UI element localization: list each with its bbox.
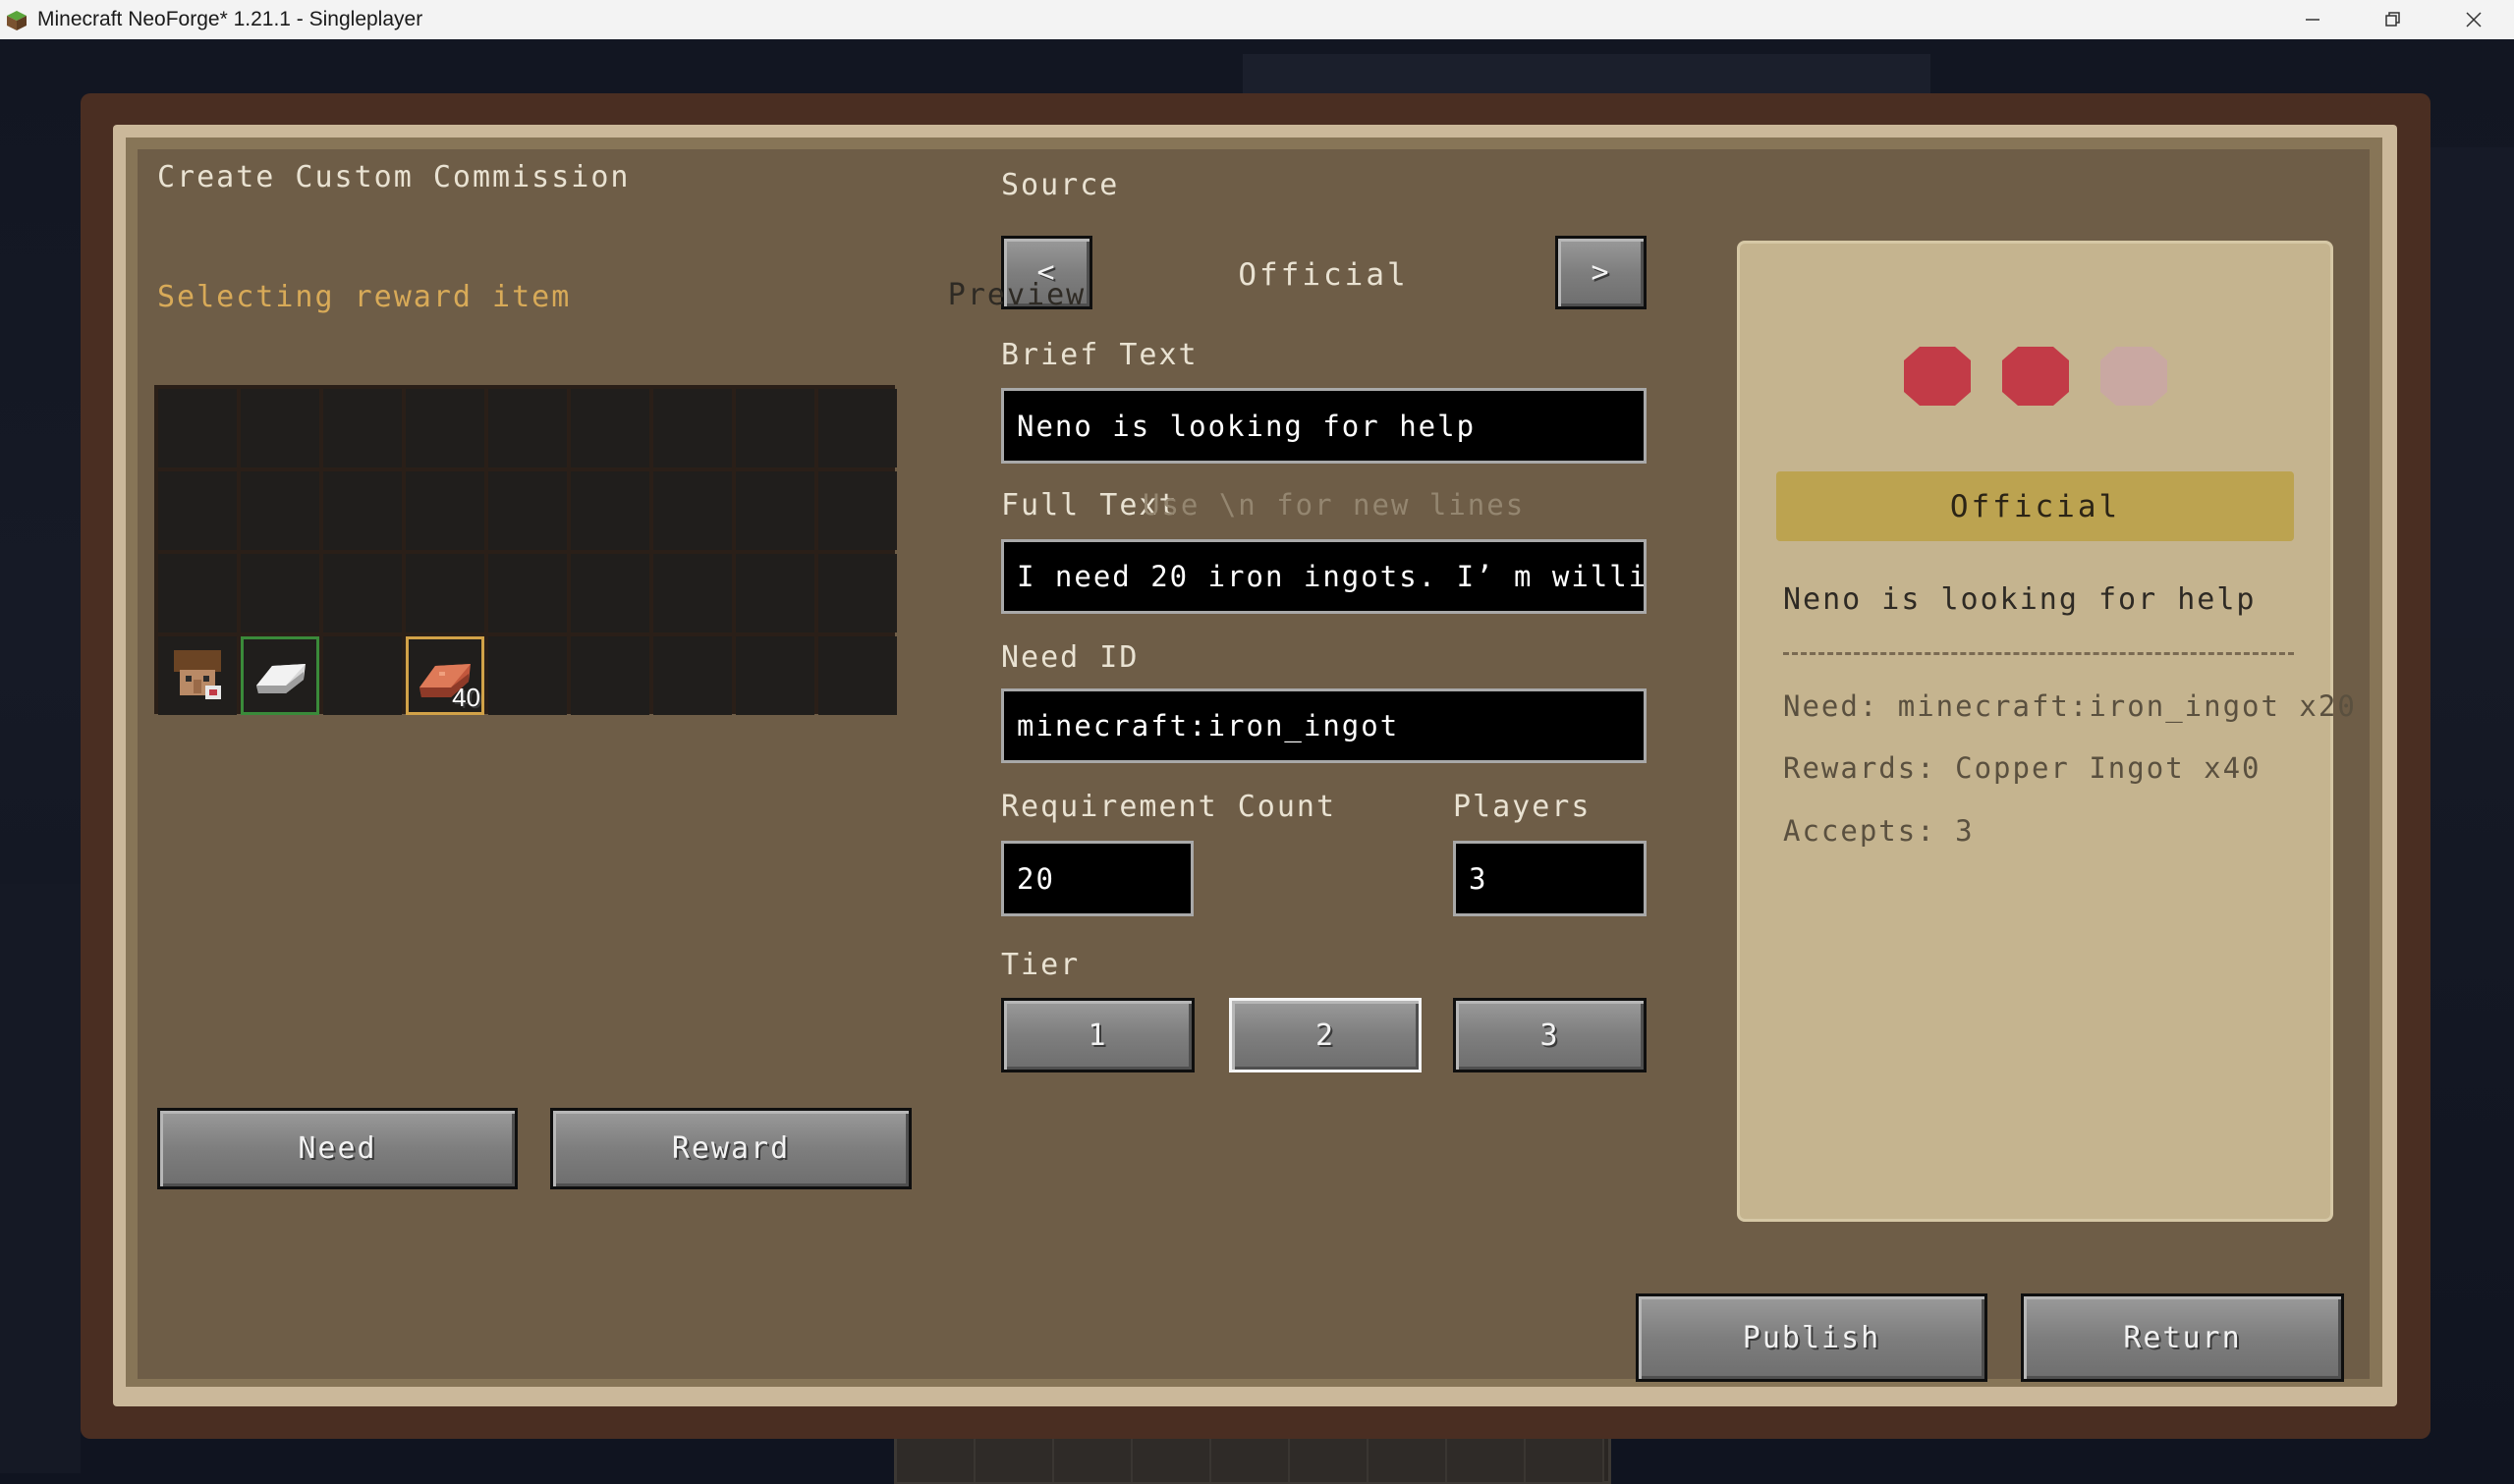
inventory-slot[interactable] xyxy=(158,636,237,715)
inventory-slot[interactable] xyxy=(736,636,814,715)
inventory-slot[interactable] xyxy=(406,389,484,467)
villager-icon xyxy=(174,650,221,699)
inventory-slot[interactable] xyxy=(488,636,567,715)
hotbar-slot xyxy=(1054,1439,1133,1482)
publish-button[interactable]: Publish xyxy=(1636,1293,1987,1382)
inventory-slot[interactable] xyxy=(653,471,732,550)
hotbar xyxy=(894,1436,1611,1484)
requirement-count-label: Requirement Count xyxy=(1001,790,1337,824)
full-text-hint: Use \n for new lines xyxy=(1143,488,1526,522)
item-count: 40 xyxy=(452,683,480,712)
inventory-slot[interactable] xyxy=(323,389,402,467)
preview-brief-text: Neno is looking for help xyxy=(1783,582,2257,617)
restore-icon xyxy=(2385,12,2400,27)
inventory-slot[interactable]: 40 xyxy=(406,636,484,715)
close-icon xyxy=(2466,12,2482,27)
preview-need-line: Need: minecraft:iron_ingot x20 xyxy=(1783,689,2357,723)
tier-dot-filled-icon xyxy=(1904,347,1971,406)
brief-text-label: Brief Text xyxy=(1001,338,1199,372)
background-block xyxy=(0,884,81,1473)
need-id-label: Need ID xyxy=(1001,640,1140,675)
hotbar-slot xyxy=(1133,1439,1211,1482)
hotbar-slot xyxy=(1211,1439,1290,1482)
players-label: Players xyxy=(1453,790,1592,824)
preview-accepts-line: Accepts: 3 xyxy=(1783,814,1975,848)
inventory-slot[interactable] xyxy=(488,389,567,467)
inventory-slot[interactable] xyxy=(323,554,402,632)
inventory-slot[interactable] xyxy=(241,554,319,632)
inventory-slot[interactable] xyxy=(158,554,237,632)
iron-ingot-icon xyxy=(256,664,306,693)
reward-button[interactable]: Reward xyxy=(550,1108,912,1189)
tier-label: Tier xyxy=(1001,948,1081,982)
window-title: Minecraft NeoForge* 1.21.1 - Singleplaye… xyxy=(37,8,423,30)
inventory-slot[interactable] xyxy=(818,471,897,550)
requirement-count-input[interactable]: 20 xyxy=(1001,841,1194,916)
inventory-slot[interactable] xyxy=(158,389,237,467)
preview-rewards-line: Rewards: Copper Ingot x40 xyxy=(1783,751,2262,785)
need-id-input[interactable]: minecraft:iron_ingot xyxy=(1001,688,1647,763)
inventory-slot[interactable] xyxy=(488,471,567,550)
preview-source-banner: Official xyxy=(1776,471,2294,541)
inventory-slot[interactable] xyxy=(653,554,732,632)
hotbar-slot xyxy=(1447,1439,1526,1482)
window-titlebar: Minecraft NeoForge* 1.21.1 - Singleplaye… xyxy=(0,0,2514,39)
close-button[interactable] xyxy=(2433,0,2514,39)
inventory-slot[interactable] xyxy=(818,636,897,715)
inventory-slot[interactable] xyxy=(736,471,814,550)
inventory-slot[interactable] xyxy=(818,554,897,632)
inventory-grid: 40 xyxy=(154,385,897,715)
inventory-slot[interactable] xyxy=(818,389,897,467)
background-block xyxy=(2427,147,2514,638)
inventory-slot[interactable] xyxy=(406,471,484,550)
inventory-slot[interactable] xyxy=(488,554,567,632)
source-label: Source xyxy=(1001,168,1120,202)
preview-divider xyxy=(1783,652,2294,655)
minimize-button[interactable] xyxy=(2272,0,2353,39)
preview-title: Preview xyxy=(947,278,1087,312)
inventory-slot[interactable] xyxy=(406,554,484,632)
full-text-input[interactable]: I need 20 iron ingots. I’ m willing to xyxy=(1001,539,1647,614)
minimize-icon xyxy=(2306,19,2319,21)
hotbar-slot xyxy=(1290,1439,1369,1482)
inventory-slot[interactable] xyxy=(653,636,732,715)
inventory-slot[interactable] xyxy=(736,389,814,467)
inventory-slot[interactable] xyxy=(571,389,649,467)
inventory-slot[interactable] xyxy=(158,471,237,550)
inventory-slot[interactable] xyxy=(241,389,319,467)
players-input[interactable]: 3 xyxy=(1453,841,1647,916)
inventory-slot[interactable] xyxy=(323,636,402,715)
background-block xyxy=(1243,54,1930,98)
inventory-slot[interactable] xyxy=(571,636,649,715)
page-title: Create Custom Commission xyxy=(157,160,631,194)
inventory-slot[interactable] xyxy=(571,471,649,550)
hotbar-slot xyxy=(897,1439,976,1482)
minecraft-grass-block-icon xyxy=(7,11,27,30)
tier-dot-filled-icon xyxy=(2002,347,2069,406)
hotbar-slot xyxy=(1369,1439,1447,1482)
hotbar-slot xyxy=(1526,1439,1604,1482)
inventory-slot[interactable] xyxy=(653,389,732,467)
inventory-slot[interactable] xyxy=(323,471,402,550)
hotbar-slot xyxy=(976,1439,1054,1482)
tier-3-button[interactable]: 3 xyxy=(1453,998,1647,1072)
inventory-slot[interactable] xyxy=(241,636,319,715)
restore-button[interactable] xyxy=(2353,0,2433,39)
need-button[interactable]: Need xyxy=(157,1108,518,1189)
tier-dot-empty-icon xyxy=(2100,347,2167,406)
tier-2-button[interactable]: 2 xyxy=(1229,998,1422,1072)
brief-text-input[interactable]: Neno is looking for help xyxy=(1001,388,1647,464)
tier-1-button[interactable]: 1 xyxy=(1001,998,1195,1072)
inventory-slot[interactable] xyxy=(241,471,319,550)
return-button[interactable]: Return xyxy=(2021,1293,2344,1382)
inventory-slot[interactable] xyxy=(736,554,814,632)
inventory-slot[interactable] xyxy=(571,554,649,632)
